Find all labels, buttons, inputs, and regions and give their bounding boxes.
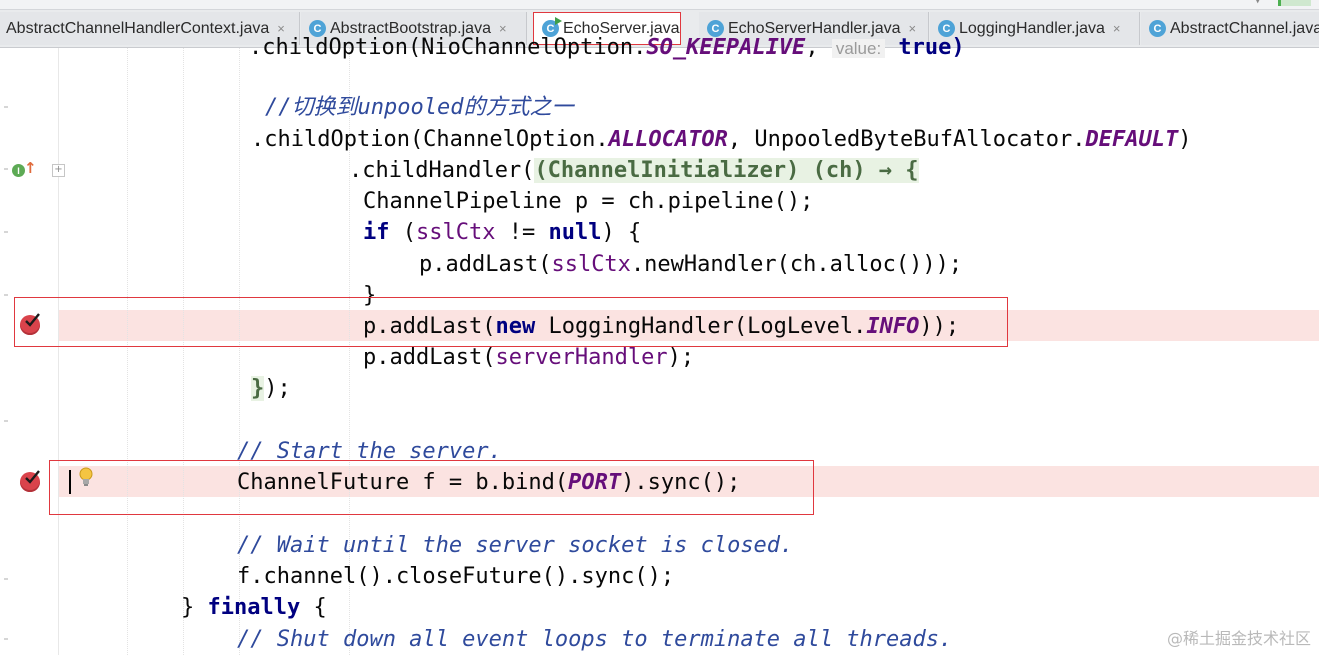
code-token: null: [548, 220, 602, 245]
code-comment: // Shut down all event loops to terminat…: [237, 627, 953, 652]
gutter-mark: [4, 420, 8, 422]
gutter-mark: [4, 106, 8, 108]
code-token: if: [363, 220, 390, 245]
code-token: ) {: [601, 220, 642, 245]
code-token: {: [300, 595, 327, 620]
lambda-fold[interactable]: (ChannelInitializer) (ch) → {: [534, 158, 919, 183]
annotation-box: [49, 460, 814, 515]
code-token: DEFAULT: [1085, 127, 1179, 152]
code-token: }: [181, 595, 208, 620]
code-comment: //切换到unpooled的方式之一: [265, 95, 574, 120]
code-token: !=: [495, 220, 549, 245]
code-token: (: [389, 220, 416, 245]
watermark: @稀土掘金技术社区: [1166, 629, 1311, 648]
code-line: .childOption(ChannelOption.ALLOCATOR, Un…: [251, 124, 1191, 155]
code-editor[interactable]: I ↑ + .childOption(NioChannelOption.SO_K…: [0, 35, 1319, 655]
gutter-mark: [4, 578, 8, 580]
editor-gutter[interactable]: I ↑ +: [0, 48, 65, 655]
code-token: true): [885, 35, 965, 60]
parameter-hint: value:: [831, 39, 886, 58]
gutter-mark: [4, 168, 8, 170]
gutter-mark: [4, 294, 8, 296]
gutter-mark: [4, 638, 8, 640]
code-token: );: [264, 376, 291, 401]
code-token: ALLOCATOR: [608, 127, 728, 152]
code-token: .childOption(ChannelOption.: [251, 127, 609, 152]
code-token: }: [251, 376, 265, 401]
code-token: p.addLast(: [419, 252, 552, 277]
code-token: ): [1178, 127, 1192, 152]
indent-guide: [183, 48, 184, 655]
code-token: sslCtx: [551, 252, 631, 277]
arrow-up-icon[interactable]: ↑: [24, 161, 37, 176]
tab-label: AbstractChannel.java: [1170, 19, 1319, 37]
code-token: SO_KEEPALIVE: [646, 35, 806, 60]
tab-abstract-channel[interactable]: C AbstractChannel.java: [1141, 12, 1319, 45]
code-line: p.addLast(sslCtx.newHandler(ch.alloc()))…: [419, 249, 962, 280]
code-token: .childHandler(: [349, 158, 535, 183]
code-line: f.channel().closeFuture().sync();: [237, 564, 675, 589]
tab-label: AbstractChannelHandlerContext.java: [6, 19, 270, 37]
status-indicator: [1278, 0, 1311, 6]
tab-label: LoggingHandler.java: [959, 19, 1105, 37]
code-line: .childHandler((ChannelInitializer) (ch) …: [349, 155, 919, 186]
breadcrumb-strip: [0, 0, 1319, 10]
code-line: });: [251, 373, 291, 404]
code-token: sslCtx: [416, 220, 496, 245]
breakpoint-icon[interactable]: [20, 470, 40, 492]
code-token: .childOption(NioChannelOption.: [249, 35, 647, 60]
code-line: ChannelPipeline p = ch.pipeline();: [363, 189, 814, 214]
code-area[interactable]: .childOption(NioChannelOption.SO_KEEPALI…: [59, 35, 1319, 655]
code-token: finally: [207, 595, 301, 620]
class-icon: C: [1149, 20, 1166, 37]
gutter-mark: [4, 231, 8, 233]
code-token: .newHandler(ch.alloc()));: [630, 252, 963, 277]
code-token: );: [667, 345, 695, 370]
code-token: p.addLast(: [363, 345, 496, 370]
annotation-box: [14, 297, 1008, 347]
code-comment: // Wait until the server socket is close…: [237, 533, 794, 558]
chevron-down-icon[interactable]: ▾: [1255, 0, 1265, 7]
code-token: ,: [805, 35, 832, 60]
indent-guide: [127, 48, 128, 655]
code-token: serverHandler: [495, 345, 668, 370]
code-line: } finally {: [181, 592, 327, 623]
code-token: , UnpooledByteBufAllocator.: [727, 127, 1086, 152]
code-line: if (sslCtx != null) {: [363, 217, 641, 248]
close-icon[interactable]: ×: [1113, 21, 1121, 36]
checkmark-icon: [25, 470, 40, 484]
code-line: .childOption(NioChannelOption.SO_KEEPALI…: [249, 32, 965, 63]
